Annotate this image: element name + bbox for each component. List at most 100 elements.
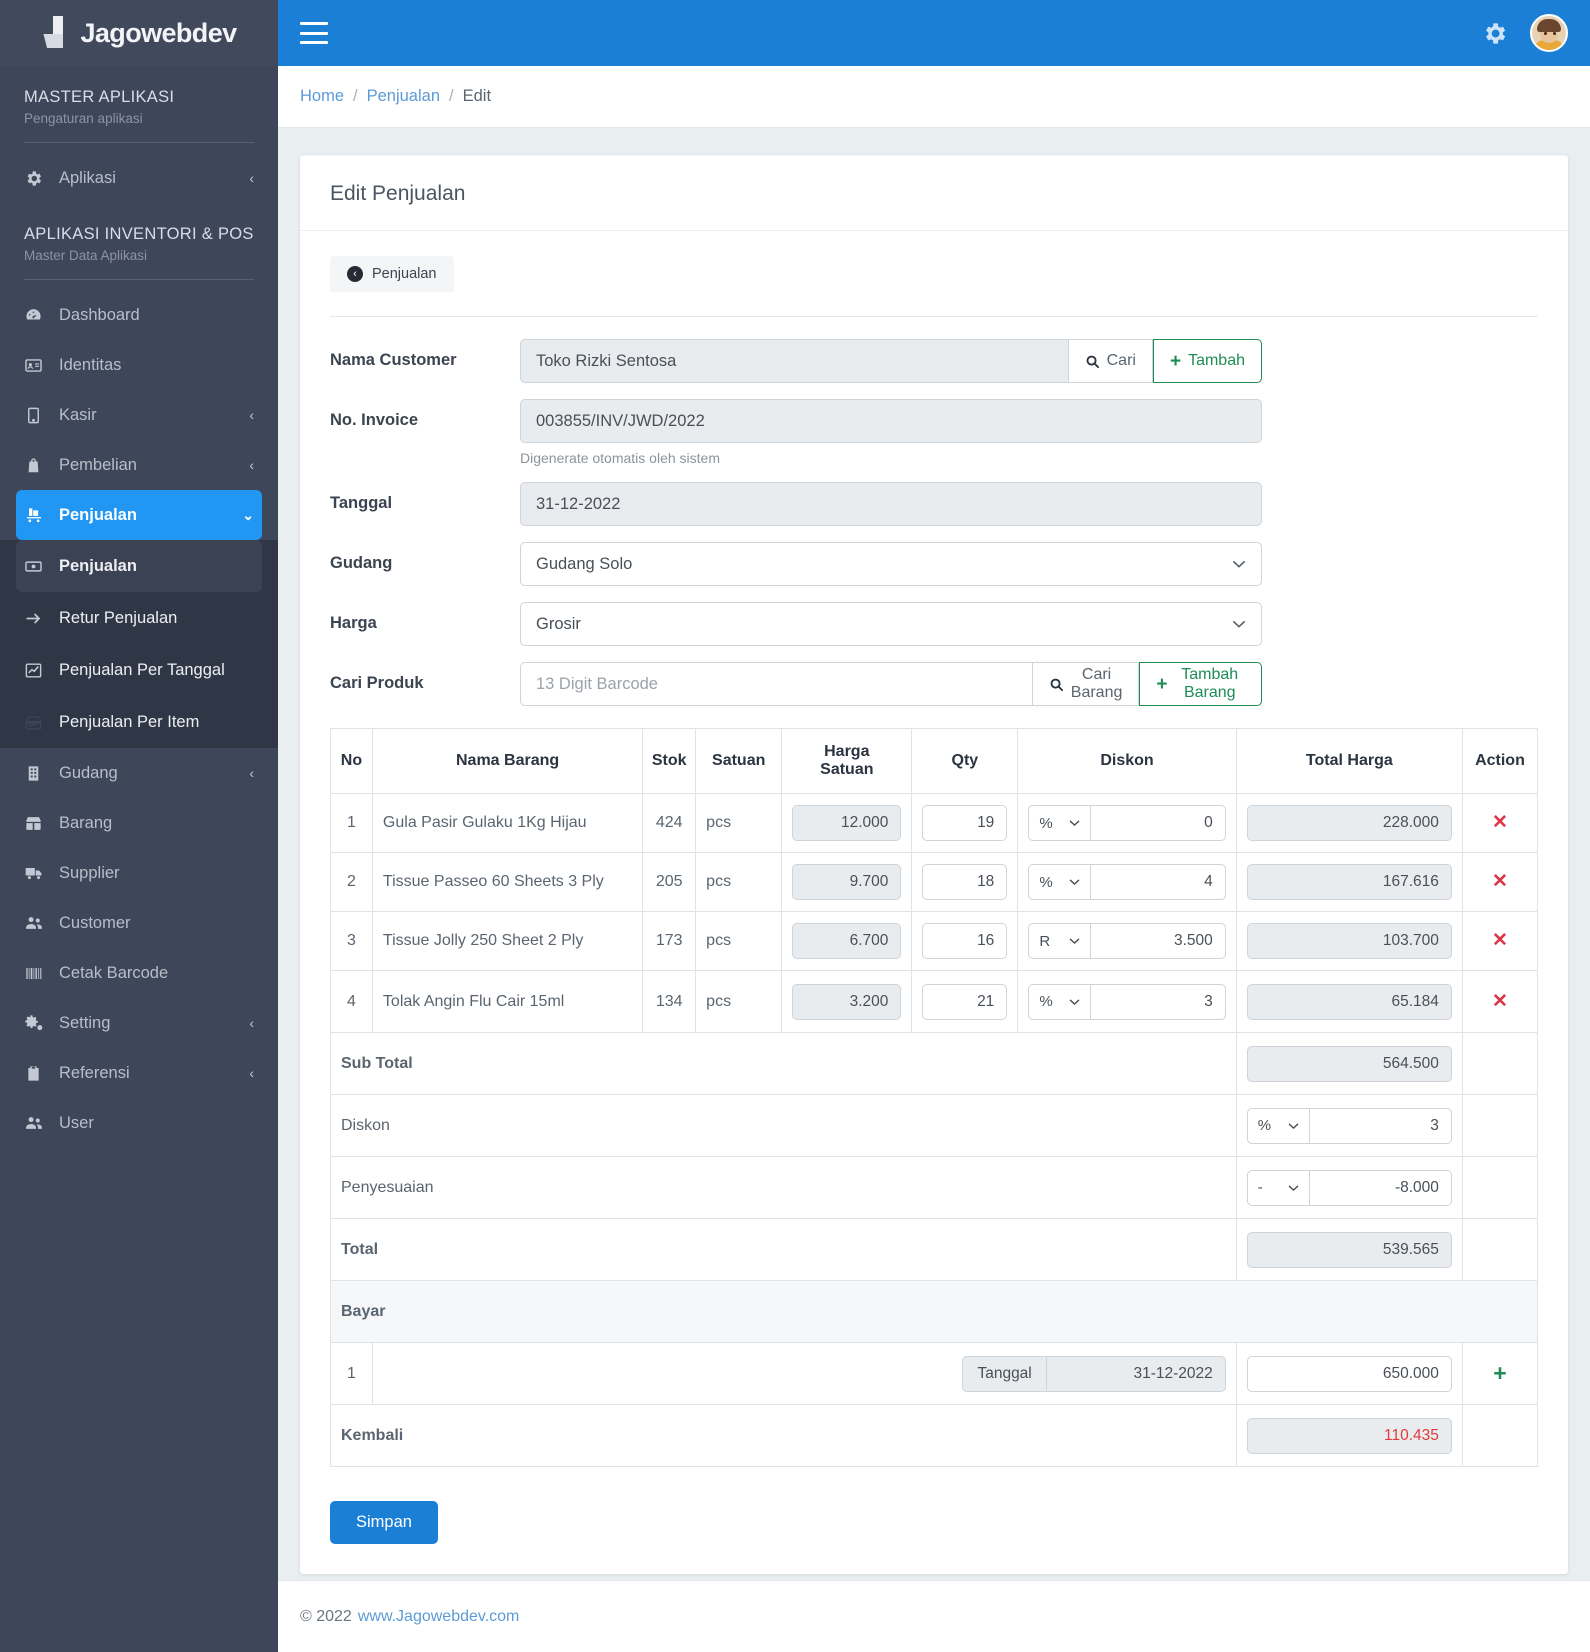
footer-link[interactable]: www.Jagowebdev.com xyxy=(358,1608,520,1626)
cell-harga-satuan xyxy=(781,970,913,1033)
diskon-input[interactable] xyxy=(1090,983,1226,1020)
breadcrumb-penjualan[interactable]: Penjualan xyxy=(367,87,440,106)
total-input[interactable] xyxy=(1246,1231,1452,1268)
qty-input[interactable] xyxy=(922,805,1008,841)
total-harga-input[interactable] xyxy=(1246,983,1452,1020)
sidebar-item-label: Penjualan Per Item xyxy=(59,712,200,731)
sidebar-item-label: Aplikasi xyxy=(59,168,116,187)
diskon-summary-type-select[interactable] xyxy=(1246,1107,1309,1144)
cell-action: ✕ xyxy=(1461,911,1539,971)
cari-barang-button[interactable]: Cari Barang xyxy=(1031,662,1140,706)
users-icon xyxy=(24,913,54,933)
harga-satuan-input[interactable] xyxy=(792,983,902,1020)
back-to-penjualan-button[interactable]: ‹ Penjualan xyxy=(330,256,454,292)
gear-icon xyxy=(24,169,54,188)
sidebar-item-penjualan-per-item[interactable]: Penjualan Per Item xyxy=(0,696,278,748)
bayar-tanggal-value[interactable]: 31-12-2022 xyxy=(1045,1355,1226,1392)
gears-icon xyxy=(24,1013,54,1033)
th-harga-line1: Harga xyxy=(824,743,870,760)
breadcrumb-home[interactable]: Home xyxy=(300,87,344,106)
sidebar-item-penjualan-sub[interactable]: Penjualan xyxy=(16,540,262,592)
diskon-summary-input[interactable] xyxy=(1308,1107,1452,1144)
divider xyxy=(24,279,254,280)
bayar-tanggal-label: Tanggal xyxy=(962,1355,1046,1392)
penyesuaian-type-select[interactable] xyxy=(1246,1169,1309,1206)
diskon-type-select[interactable] xyxy=(1028,923,1091,959)
hamburger-icon[interactable] xyxy=(300,22,328,44)
sidebar-item-supplier[interactable]: Supplier xyxy=(0,848,278,898)
diskon-input[interactable] xyxy=(1090,923,1226,959)
tambah-barang-button[interactable]: + Tambah Barang xyxy=(1139,662,1262,706)
sidebar-item-referensi[interactable]: Referensi ‹ xyxy=(0,1048,278,1098)
sidebar-item-customer[interactable]: Customer xyxy=(0,898,278,948)
sidebar-item-setting[interactable]: Setting ‹ xyxy=(0,998,278,1048)
close-x-icon[interactable]: ✕ xyxy=(1492,991,1508,1012)
qty-input[interactable] xyxy=(922,983,1008,1020)
tanggal-input[interactable] xyxy=(520,482,1262,526)
qty-input[interactable] xyxy=(922,923,1008,959)
gudang-control xyxy=(520,542,1262,586)
gudang-select-wrap xyxy=(520,542,1262,586)
total-harga-input[interactable] xyxy=(1246,805,1452,841)
sidebar-item-pembelian[interactable]: Pembelian ‹ xyxy=(0,440,278,490)
bayar-input[interactable] xyxy=(1246,1355,1452,1392)
harga-satuan-input[interactable] xyxy=(792,805,902,841)
sidebar-item-cetak-barcode[interactable]: Cetak Barcode xyxy=(0,948,278,998)
diskon-type-select[interactable] xyxy=(1028,805,1091,841)
sidebar-item-aplikasi[interactable]: Aplikasi ‹ xyxy=(0,153,278,203)
customer-input[interactable] xyxy=(520,339,1068,383)
brand-logo-area[interactable]: Jagowebdev xyxy=(0,0,278,66)
harga-satuan-input[interactable] xyxy=(792,923,902,959)
sidebar-item-identitas[interactable]: Identitas xyxy=(0,340,278,390)
topbar-right xyxy=(1481,14,1568,52)
diskon-type-select[interactable] xyxy=(1028,983,1091,1020)
diskon-input[interactable] xyxy=(1090,805,1226,841)
sidebar-item-gudang[interactable]: Gudang ‹ xyxy=(0,748,278,798)
diskon-input[interactable] xyxy=(1090,864,1226,900)
chevron-left-icon: ‹ xyxy=(249,765,254,781)
plus-icon[interactable]: + xyxy=(1493,1360,1506,1386)
sidebar-item-penjualan-per-tanggal[interactable]: Penjualan Per Tanggal xyxy=(0,644,278,696)
table-row: 1 Gula Pasir Gulaku 1Kg Hijau 424 pcs 12… xyxy=(330,793,1539,853)
cell-action: ✕ xyxy=(1461,852,1539,912)
harga-satuan-input[interactable] xyxy=(792,864,902,900)
sidebar-item-dashboard[interactable]: Dashboard xyxy=(0,290,278,340)
cell-diskon xyxy=(1017,970,1237,1033)
tambah-customer-button[interactable]: + Tambah xyxy=(1152,339,1262,383)
sidebar-item-barang[interactable]: Barang xyxy=(0,798,278,848)
simpan-button[interactable]: Simpan xyxy=(330,1501,438,1544)
qty-input[interactable] xyxy=(922,864,1008,900)
close-x-icon[interactable]: ✕ xyxy=(1492,930,1508,951)
subtotal-input[interactable] xyxy=(1246,1045,1452,1082)
sidebar-section-master: MASTER APLIKASI Pengaturan aplikasi xyxy=(0,66,278,143)
close-x-icon[interactable]: ✕ xyxy=(1492,871,1508,892)
sidebar-item-label: Supplier xyxy=(59,863,120,882)
total-harga-input[interactable] xyxy=(1246,923,1452,959)
invoice-input[interactable] xyxy=(520,399,1262,443)
cell-no: 4 xyxy=(330,970,373,1033)
total-harga-input[interactable] xyxy=(1246,864,1452,900)
customer-input-group: Cari + Tambah xyxy=(520,339,1262,383)
sidebar-item-kasir[interactable]: Kasir ‹ xyxy=(0,390,278,440)
sidebar-item-penjualan[interactable]: Penjualan ⌄ xyxy=(16,490,262,540)
barcode-input[interactable] xyxy=(520,662,1032,706)
gudang-select[interactable] xyxy=(520,542,1262,586)
card-header: Edit Penjualan xyxy=(300,156,1568,231)
close-x-icon[interactable]: ✕ xyxy=(1492,812,1508,833)
sidebar-item-retur-penjualan[interactable]: Retur Penjualan xyxy=(0,592,278,644)
diskon-group xyxy=(1028,864,1226,900)
user-avatar-icon[interactable] xyxy=(1530,14,1568,52)
sidebar-item-label: Customer xyxy=(59,913,131,932)
harga-select[interactable] xyxy=(520,602,1262,646)
row-bayar-entry: 1 Tanggal 31-12-2022 650.000 + xyxy=(330,1342,1539,1405)
total-label: Total xyxy=(330,1218,1237,1281)
cari-customer-button[interactable]: Cari xyxy=(1067,339,1153,383)
footer-copyright: © 2022 xyxy=(300,1607,352,1625)
tambah-barang-label: Tambah Barang xyxy=(1181,666,1239,701)
diskon-type-select[interactable] xyxy=(1028,864,1091,900)
gear-icon[interactable] xyxy=(1481,20,1508,47)
kembali-input[interactable] xyxy=(1246,1417,1452,1454)
th-nama-barang: Nama Barang xyxy=(371,728,644,794)
sidebar-item-user[interactable]: User xyxy=(0,1098,278,1148)
penyesuaian-input[interactable] xyxy=(1308,1169,1452,1206)
